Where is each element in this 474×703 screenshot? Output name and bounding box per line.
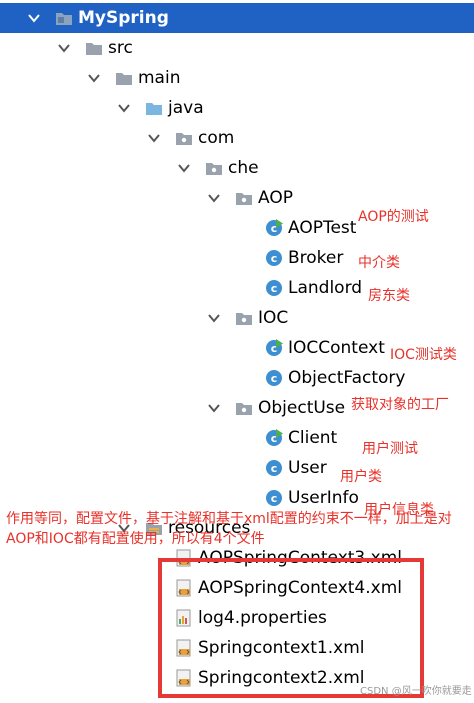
chevron-down-icon[interactable] bbox=[146, 130, 162, 146]
tree-item-label: IOCContext bbox=[288, 338, 385, 358]
config-files-highlight-box bbox=[158, 558, 424, 698]
class-icon: c bbox=[265, 249, 283, 267]
tree-item-myspring[interactable]: MySpring bbox=[0, 3, 474, 33]
svg-text:c: c bbox=[271, 462, 278, 475]
tree-item-label: che bbox=[228, 158, 259, 178]
class-icon: c bbox=[265, 279, 283, 297]
tree-item-label: IOC bbox=[258, 308, 289, 328]
chevron-down-icon[interactable] bbox=[206, 400, 222, 416]
tree-item-com[interactable]: com bbox=[0, 123, 474, 153]
tree-item-label: Client bbox=[288, 428, 338, 448]
tree-item-label: MySpring bbox=[78, 8, 169, 28]
class-runnable-icon: c bbox=[265, 429, 283, 447]
watermark: CSDN @风一吹你就要走 bbox=[360, 686, 472, 697]
package-icon bbox=[205, 159, 223, 177]
folder-icon bbox=[85, 39, 103, 57]
tree-item-che[interactable]: che bbox=[0, 153, 474, 183]
tree-item-main[interactable]: main bbox=[0, 63, 474, 93]
tree-item-label: com bbox=[198, 128, 235, 148]
tree-item-java[interactable]: java bbox=[0, 93, 474, 123]
class-runnable-icon: c bbox=[265, 219, 283, 237]
class-icon: c bbox=[265, 489, 283, 507]
tree-item-label: Broker bbox=[288, 248, 344, 268]
tree-item-label: java bbox=[168, 98, 204, 118]
tree-item-label: ObjectUse bbox=[258, 398, 346, 418]
tree-item-label: ObjectFactory bbox=[288, 368, 406, 388]
svg-text:c: c bbox=[271, 492, 278, 505]
svg-text:c: c bbox=[271, 372, 278, 385]
tree-item-ioc[interactable]: IOC bbox=[0, 303, 474, 333]
class-runnable-icon: c bbox=[265, 339, 283, 357]
chevron-down-icon[interactable] bbox=[26, 10, 42, 26]
folder-icon bbox=[115, 69, 133, 87]
chevron-down-icon[interactable] bbox=[206, 310, 222, 326]
tree-item-label: UserInfo bbox=[288, 488, 359, 508]
annotation-config-files: 作用等同，配置文件，基于注解和基于xml配置的约束不一样，加上是对AOP和IOC… bbox=[6, 511, 452, 547]
tree-item-broker[interactable]: c Broker bbox=[0, 243, 474, 273]
tree-item-label: main bbox=[138, 68, 181, 88]
chevron-down-icon[interactable] bbox=[86, 70, 102, 86]
package-icon bbox=[175, 129, 193, 147]
chevron-down-icon[interactable] bbox=[206, 190, 222, 206]
tree-item-objectfactory[interactable]: c ObjectFactory bbox=[0, 363, 474, 393]
module-folder-icon bbox=[55, 9, 73, 27]
annotation-ioc-test: IOC测试类 bbox=[390, 347, 457, 363]
chevron-down-icon[interactable] bbox=[176, 160, 192, 176]
tree-item-label: Landlord bbox=[288, 278, 363, 298]
annotation-client: 用户测试 bbox=[362, 441, 418, 457]
tree-item-src[interactable]: src bbox=[0, 33, 474, 63]
package-icon bbox=[235, 309, 253, 327]
package-icon bbox=[235, 399, 253, 417]
annotation-user: 用户类 bbox=[340, 469, 382, 485]
annotation-landlord: 房东类 bbox=[368, 288, 410, 304]
tree-item-label: User bbox=[288, 458, 327, 478]
package-icon bbox=[235, 189, 253, 207]
class-icon: c bbox=[265, 369, 283, 387]
tree-item-label: src bbox=[108, 38, 133, 58]
chevron-down-icon[interactable] bbox=[116, 100, 132, 116]
svg-text:c: c bbox=[271, 252, 278, 265]
tree-item-label: AOP bbox=[258, 188, 293, 208]
svg-text:c: c bbox=[271, 282, 278, 295]
source-folder-icon bbox=[145, 99, 163, 117]
chevron-down-icon[interactable] bbox=[56, 40, 72, 56]
annotation-aop-test: AOP的测试 bbox=[358, 209, 429, 225]
tree-item-label: AOPTest bbox=[288, 218, 357, 238]
annotation-object-factory: 获取对象的工厂 bbox=[351, 397, 449, 413]
annotation-broker: 中介类 bbox=[358, 255, 400, 271]
class-icon: c bbox=[265, 459, 283, 477]
